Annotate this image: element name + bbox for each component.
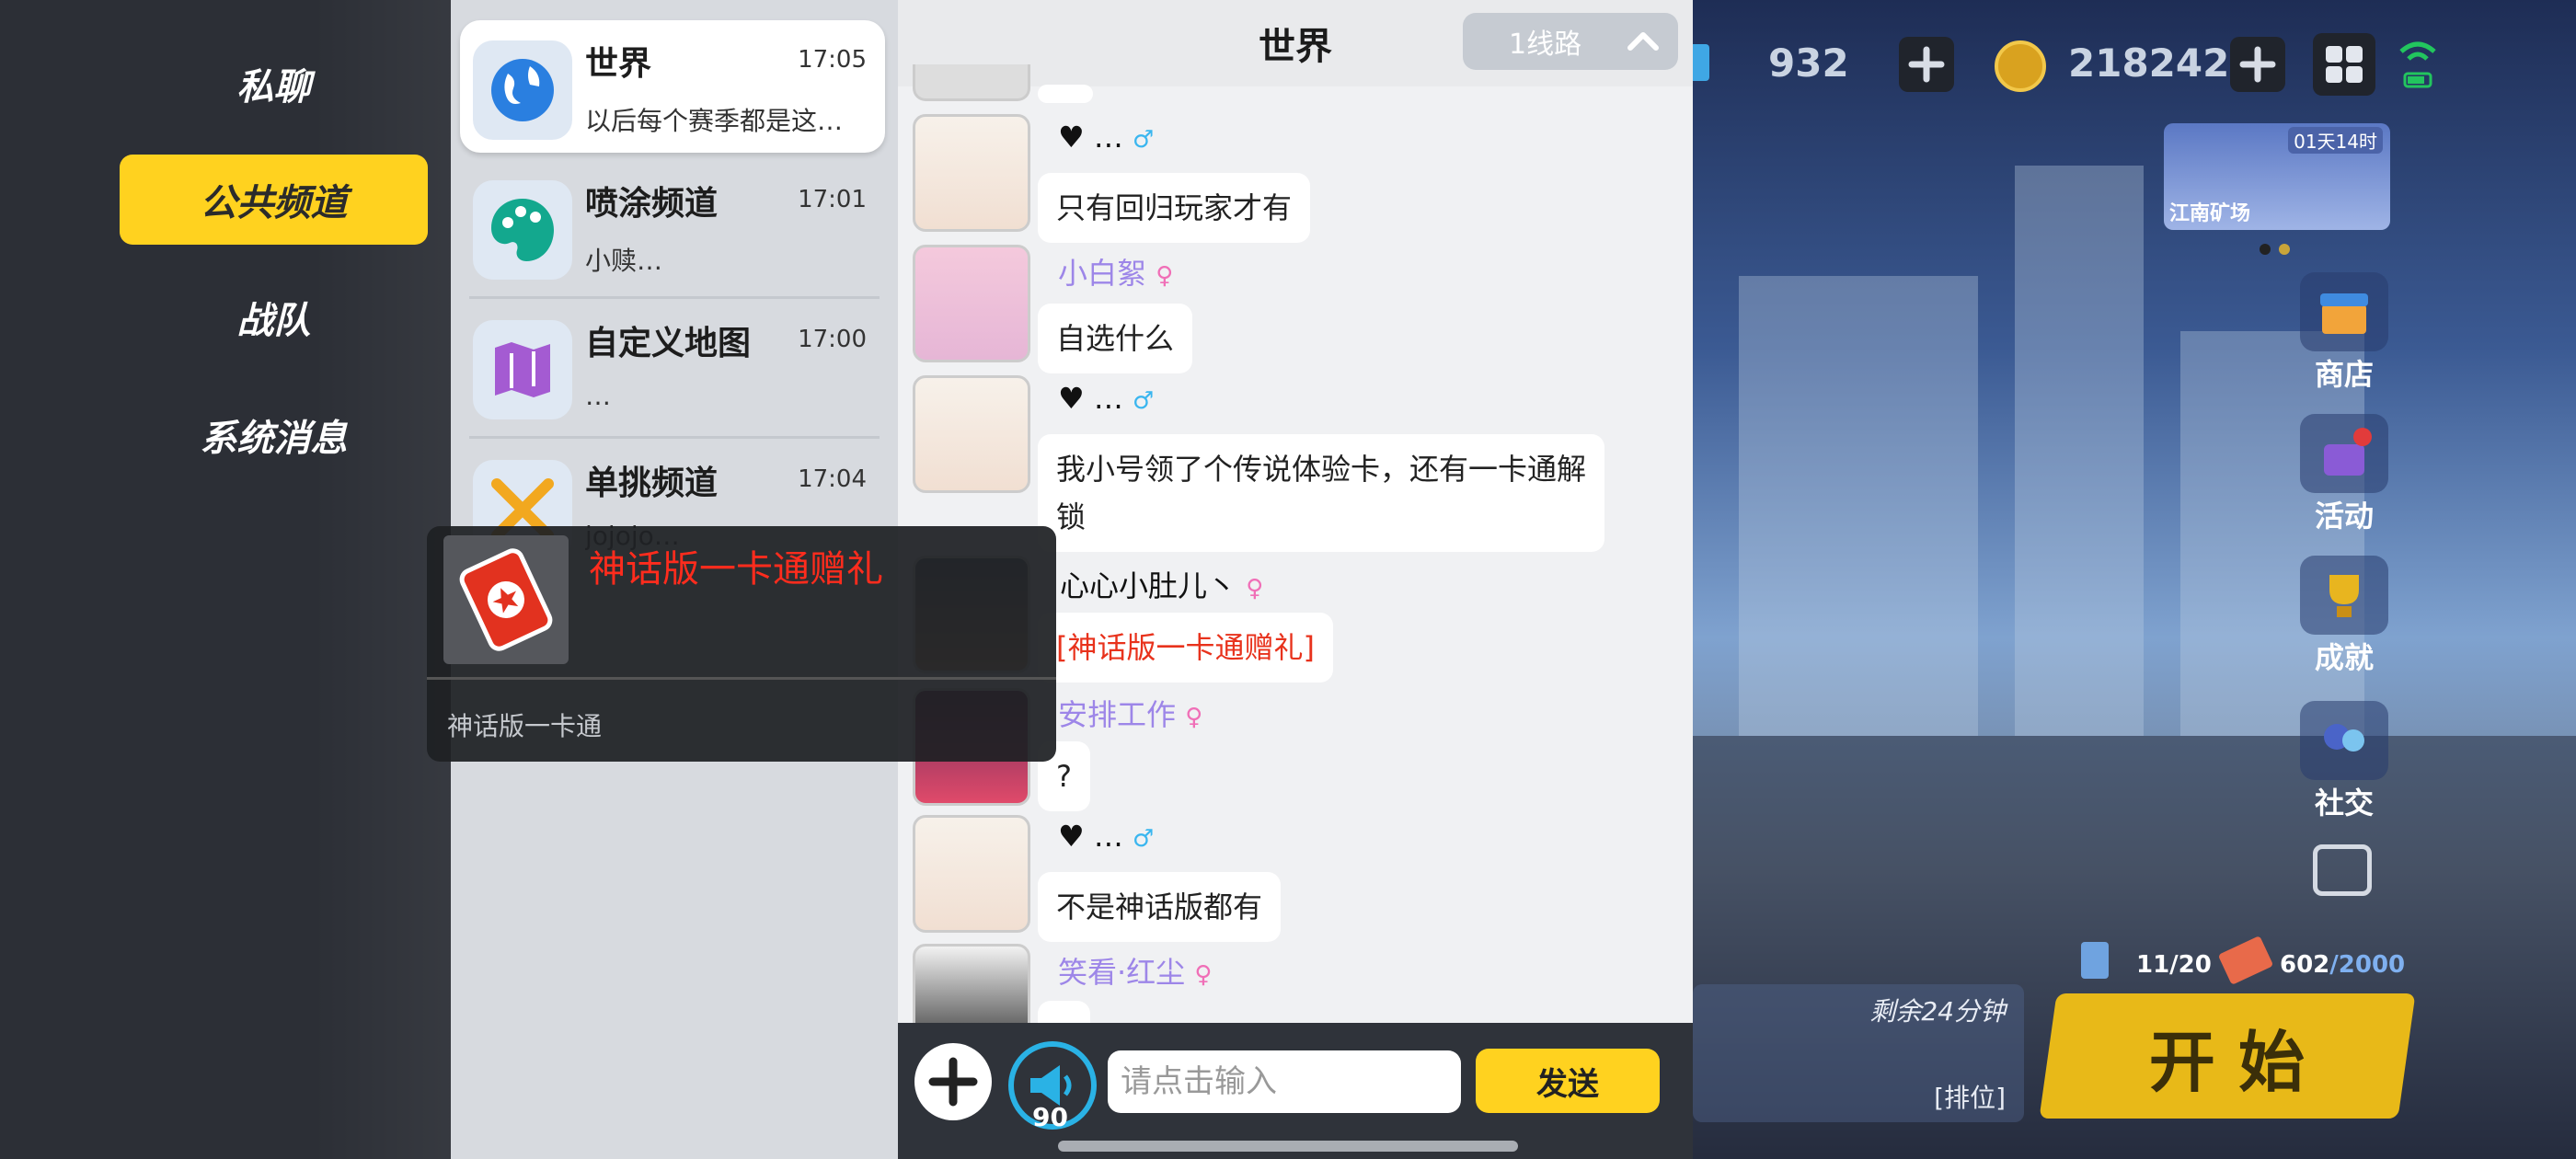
event-timer: 01天14时 [2288, 127, 2383, 154]
message-input[interactable] [1108, 1050, 1461, 1113]
mode-banner[interactable]: 剩余24分钟 [排位] [1693, 984, 2024, 1122]
sender-name: 心心小肚儿丶 ♀ [1060, 568, 1264, 603]
channel-time: 17:00 [798, 326, 867, 353]
channel-custom-map[interactable]: 自定义地图 17:00 … [460, 300, 885, 432]
divider [469, 296, 880, 299]
item-tooltip: 神话版一卡通赠礼 神话版一卡通 [427, 526, 1056, 762]
nav-private-chat[interactable]: 私聊 [120, 39, 428, 129]
avatar[interactable] [913, 64, 1030, 101]
channel-time: 17:04 [798, 465, 867, 493]
shop-button[interactable]: 商店 [2296, 272, 2392, 394]
sender-name: ♥ … ♂ [1058, 381, 1155, 416]
add-diamond-button[interactable] [1899, 37, 1954, 92]
event-banner[interactable]: 01天14时 江南矿场 [2164, 123, 2390, 230]
channel-time: 17:01 [798, 186, 867, 213]
menu-grid-icon[interactable] [2313, 33, 2375, 96]
shop-icon [2300, 272, 2388, 351]
diamond-count: 932 [1768, 40, 1849, 86]
book-icon [2081, 942, 2109, 979]
achievement-button[interactable]: 成就 [2296, 556, 2392, 677]
tooltip-description: 神话版一卡通 [447, 711, 603, 741]
activity-icon [2300, 414, 2388, 493]
horn-count: 90 [1032, 1102, 1068, 1132]
stat-2: 602/2000 [2280, 951, 2406, 979]
channel-name: 自定义地图 [585, 325, 752, 362]
channel-name: 世界 [585, 45, 652, 83]
fullscreen-icon[interactable] [2313, 844, 2372, 896]
coin-count: 218242 [2068, 40, 2230, 86]
divider [427, 677, 1056, 680]
channel-preview: 以后每个赛季都是这… [585, 106, 844, 136]
avatar[interactable] [913, 114, 1030, 232]
channel-graffiti[interactable]: 喷涂频道 17:01 小赎… [460, 160, 885, 293]
tooltip-title: 神话版一卡通赠礼 [589, 548, 883, 591]
message-bubble: 只有回归玩家才有 [1038, 173, 1311, 243]
event-name: 江南矿场 [2169, 202, 2251, 225]
sender-name: ♥ … ♂ [1058, 120, 1155, 155]
sender-name: ♥ … ♂ [1058, 819, 1155, 854]
banner-page-dots [2260, 241, 2291, 255]
add-coin-button[interactable] [2230, 37, 2285, 92]
channel-name: 单挑频道 [585, 465, 719, 502]
input-bar: 90 发送 [898, 1023, 1693, 1159]
message-bubble: 不是神话版都有 [1038, 872, 1282, 942]
home-indicator [1058, 1141, 1518, 1152]
coin-icon [1995, 40, 2046, 92]
divider [469, 436, 880, 439]
gift-card-icon [443, 535, 569, 664]
nav-public-channel[interactable]: 公共频道 [120, 155, 428, 245]
channel-preview: 小赎… [585, 246, 663, 276]
activity-button[interactable]: 活动 [2296, 414, 2392, 535]
message-bubble-gift[interactable]: [神话版一卡通赠礼] [1038, 613, 1333, 683]
globe-icon [473, 40, 572, 140]
avatar[interactable] [913, 375, 1030, 493]
add-button[interactable] [914, 1043, 992, 1120]
sender-name: 笑看·红尘 ♀ [1058, 955, 1213, 990]
stat-1: 11/20 [2136, 951, 2212, 979]
send-button[interactable]: 发送 [1476, 1049, 1660, 1113]
message-bubble: 我小号领了个传说体验卡，还有一卡通解锁 [1038, 434, 1604, 552]
rank-mode: [排位] [1934, 1083, 2006, 1113]
left-nav: 私聊 公共频道 战队 系统消息 [0, 0, 451, 1159]
avatar[interactable] [913, 815, 1030, 933]
channel-preview: … [585, 381, 611, 411]
channel-name: 喷涂频道 [585, 185, 719, 223]
social-icon [2300, 701, 2388, 780]
sender-name: 小白絮 ♀ [1058, 256, 1174, 291]
message-bubble: 自选什么 [1038, 304, 1193, 373]
channel-world[interactable]: 世界 17:05 以后每个赛季都是这… [460, 20, 885, 153]
channel-time: 17:05 [798, 46, 867, 74]
trophy-icon [2300, 556, 2388, 635]
palette-icon [473, 180, 572, 280]
sender-name: 安排工作 ♀ [1058, 697, 1203, 732]
start-button[interactable]: 开 始 [2039, 993, 2416, 1119]
remain-time: 剩余24分钟 [1869, 996, 2006, 1027]
nav-system-messages[interactable]: 系统消息 [120, 390, 428, 480]
wifi-icon [2398, 35, 2438, 94]
line-selector[interactable]: 1线路 [1463, 13, 1678, 70]
social-button[interactable]: 社交 [2296, 701, 2392, 822]
map-icon [473, 320, 572, 419]
avatar[interactable] [913, 245, 1030, 362]
plus-icon [928, 1057, 978, 1107]
chevron-up-icon [1625, 22, 1662, 66]
message-bubble [1038, 85, 1093, 103]
nav-team[interactable]: 战队 [120, 272, 428, 362]
